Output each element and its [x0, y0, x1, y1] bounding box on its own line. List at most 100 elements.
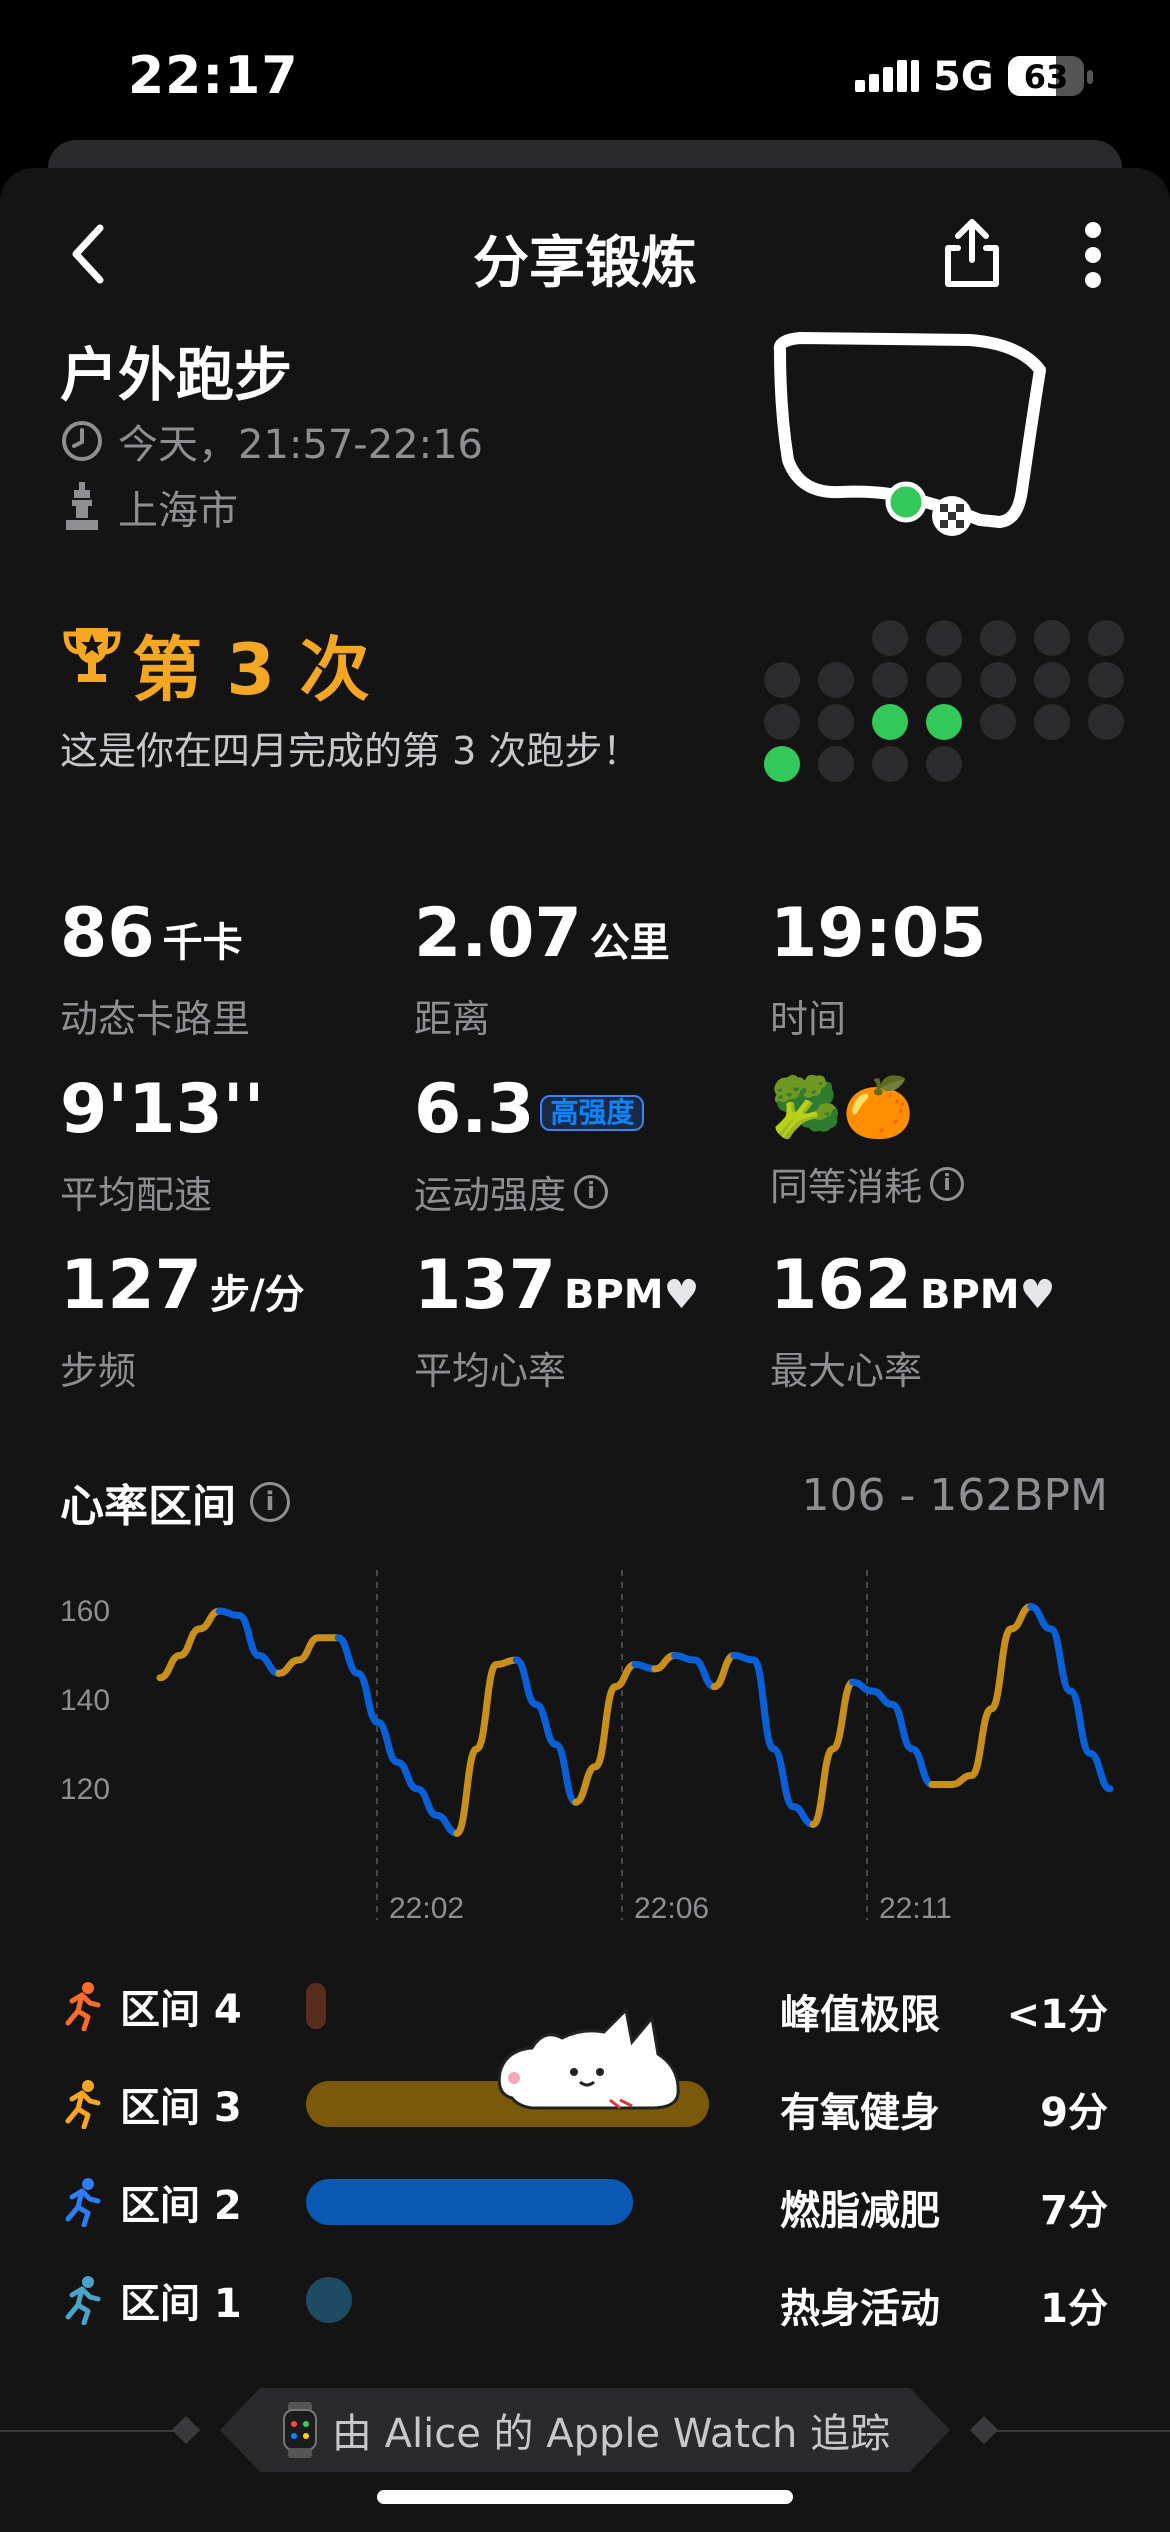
hr-line-segment [710, 1652, 738, 1691]
info-icon[interactable]: i [574, 1174, 609, 1209]
hr-line-segment [552, 1740, 580, 1806]
zone-row: 区间 1 [60, 2270, 250, 2330]
stat-distance: 2.07 公里 距离 [414, 900, 670, 1043]
calendar-dot-active [764, 746, 800, 782]
pace-value: 9'13'' [60, 1070, 265, 1149]
zone-duration: <1分 [1006, 1992, 1108, 2038]
calories-value: 86 [60, 894, 155, 973]
workout-time-range: 今天，21:57-22:16 [118, 422, 483, 468]
calendar-dot [818, 704, 854, 740]
y-tick-label: 120 [60, 1773, 110, 1806]
more-options-icon[interactable] [1080, 220, 1106, 290]
calendar-dot [872, 746, 908, 782]
intensity-label: 运动强度 [414, 1173, 567, 1217]
calendar-dot [980, 704, 1016, 740]
zone-label: 区间 2 [120, 2183, 242, 2229]
stat-avg-hr: 137 BPM♥ 平均心率 [414, 1252, 699, 1395]
stat-cadence: 127 步/分 步频 [60, 1252, 305, 1395]
hr-line-segment [512, 1656, 540, 1708]
hr-line-segment [888, 1700, 916, 1753]
hr-line-segment [750, 1656, 778, 1753]
calendar-dot [1034, 620, 1070, 656]
y-tick-label: 160 [60, 1595, 110, 1628]
hr-line-segment [1066, 1687, 1094, 1757]
max-hr-value: 162 [770, 1246, 912, 1325]
hr-line-segment [255, 1652, 283, 1677]
calendar-dot [980, 662, 1016, 698]
zone-duration: 7分 [1040, 2188, 1108, 2234]
status-bar: 22:17 5G 63 [0, 0, 1170, 150]
zone-name: 热身活动 [780, 2286, 940, 2332]
workout-location-row: 上海市 [60, 478, 238, 536]
hr-line-segment [196, 1607, 223, 1633]
hr-line-segment [453, 1745, 481, 1837]
stat-max-hr: 162 BPM♥ 最大心率 [770, 1252, 1055, 1395]
hr-line-segment [1086, 1749, 1114, 1793]
zone-row: 区间 2 [60, 2172, 250, 2232]
calendar-dot [926, 620, 962, 656]
runner-icon [65, 2080, 101, 2129]
y-tick-label: 140 [60, 1684, 110, 1717]
duration-label: 时间 [770, 997, 847, 1041]
distance-unit: 公里 [589, 920, 670, 966]
battery-level: 63 [1023, 58, 1069, 96]
max-hr-label: 最大心率 [770, 1349, 923, 1393]
calendar-dot-active [872, 704, 908, 740]
workout-title: 户外跑步 [60, 341, 293, 409]
hr-line-segment [1027, 1603, 1055, 1633]
hr-line-segment [176, 1625, 204, 1660]
calendar-dot [764, 704, 800, 740]
zone-label: 区间 4 [120, 1987, 242, 2033]
hr-line-segment [789, 1803, 817, 1828]
intensity-value: 6.3 [414, 1070, 535, 1149]
runner-icon [65, 2178, 101, 2227]
pace-label: 平均配速 [60, 1173, 213, 1217]
hr-line-segment [532, 1700, 560, 1748]
calendar-dot [872, 662, 908, 698]
calendar-dot [926, 662, 962, 698]
stat-equivalent: 🥦🍊 同等消耗 i [770, 1070, 965, 1211]
status-time: 22:17 [128, 46, 299, 106]
hr-line-segment [690, 1656, 718, 1691]
avg-hr-unit: BPM [563, 1272, 664, 1318]
runner-icon [65, 1982, 101, 2031]
equivalent-label: 同等消耗 [770, 1165, 923, 1209]
calendar-dot [1088, 704, 1124, 740]
zone-bar [306, 2179, 633, 2225]
workout-time-row: 今天，21:57-22:16 [60, 412, 483, 470]
calendar-dot [1034, 662, 1070, 698]
landmark-tower-icon [66, 482, 98, 530]
hr-line-segment [374, 1718, 401, 1766]
heart-rate-header: 心率区间 i [60, 1470, 290, 1534]
stat-pace: 9'13'' 平均配速 [60, 1076, 264, 1219]
hr-line-segment [413, 1785, 441, 1820]
calories-unit: 千卡 [162, 920, 243, 966]
home-indicator[interactable] [377, 2490, 793, 2504]
heart-rate-title: 心率区间 [60, 1481, 236, 1532]
achievement-subtitle: 这是你在四月完成的第 3 次跑步！ [60, 729, 641, 773]
footer-line-right [990, 2430, 1170, 2432]
hr-line-segment [591, 1683, 619, 1771]
max-hr-unit: BPM [919, 1272, 1020, 1318]
hr-line-segment [394, 1758, 421, 1793]
zone-row: 区间 3 [60, 2074, 250, 2134]
calendar-dot [980, 620, 1016, 656]
duration-value: 19:05 [770, 894, 987, 973]
hr-line-segment [156, 1652, 184, 1682]
hr-line-segment [295, 1634, 322, 1664]
heart-rate-chart[interactable]: 160 140 120 22:02 22:06 22:11 [50, 1560, 1130, 1940]
calendar-dot [764, 662, 800, 698]
zone-name: 燃脂减肥 [780, 2188, 940, 2234]
stat-duration: 19:05 时间 [770, 900, 986, 1043]
hr-line-segment [809, 1745, 837, 1828]
zone-name: 峰值极限 [780, 1992, 940, 2038]
hr-line-segment [1007, 1603, 1035, 1633]
share-icon[interactable] [938, 216, 1006, 290]
route-map[interactable] [770, 330, 1060, 550]
battery-cap [1087, 70, 1093, 84]
info-icon[interactable]: i [930, 1166, 965, 1201]
info-icon[interactable]: i [250, 1482, 290, 1522]
calendar-dot [1088, 620, 1124, 656]
avg-hr-value: 137 [414, 1246, 556, 1325]
distance-value: 2.07 [414, 894, 582, 973]
